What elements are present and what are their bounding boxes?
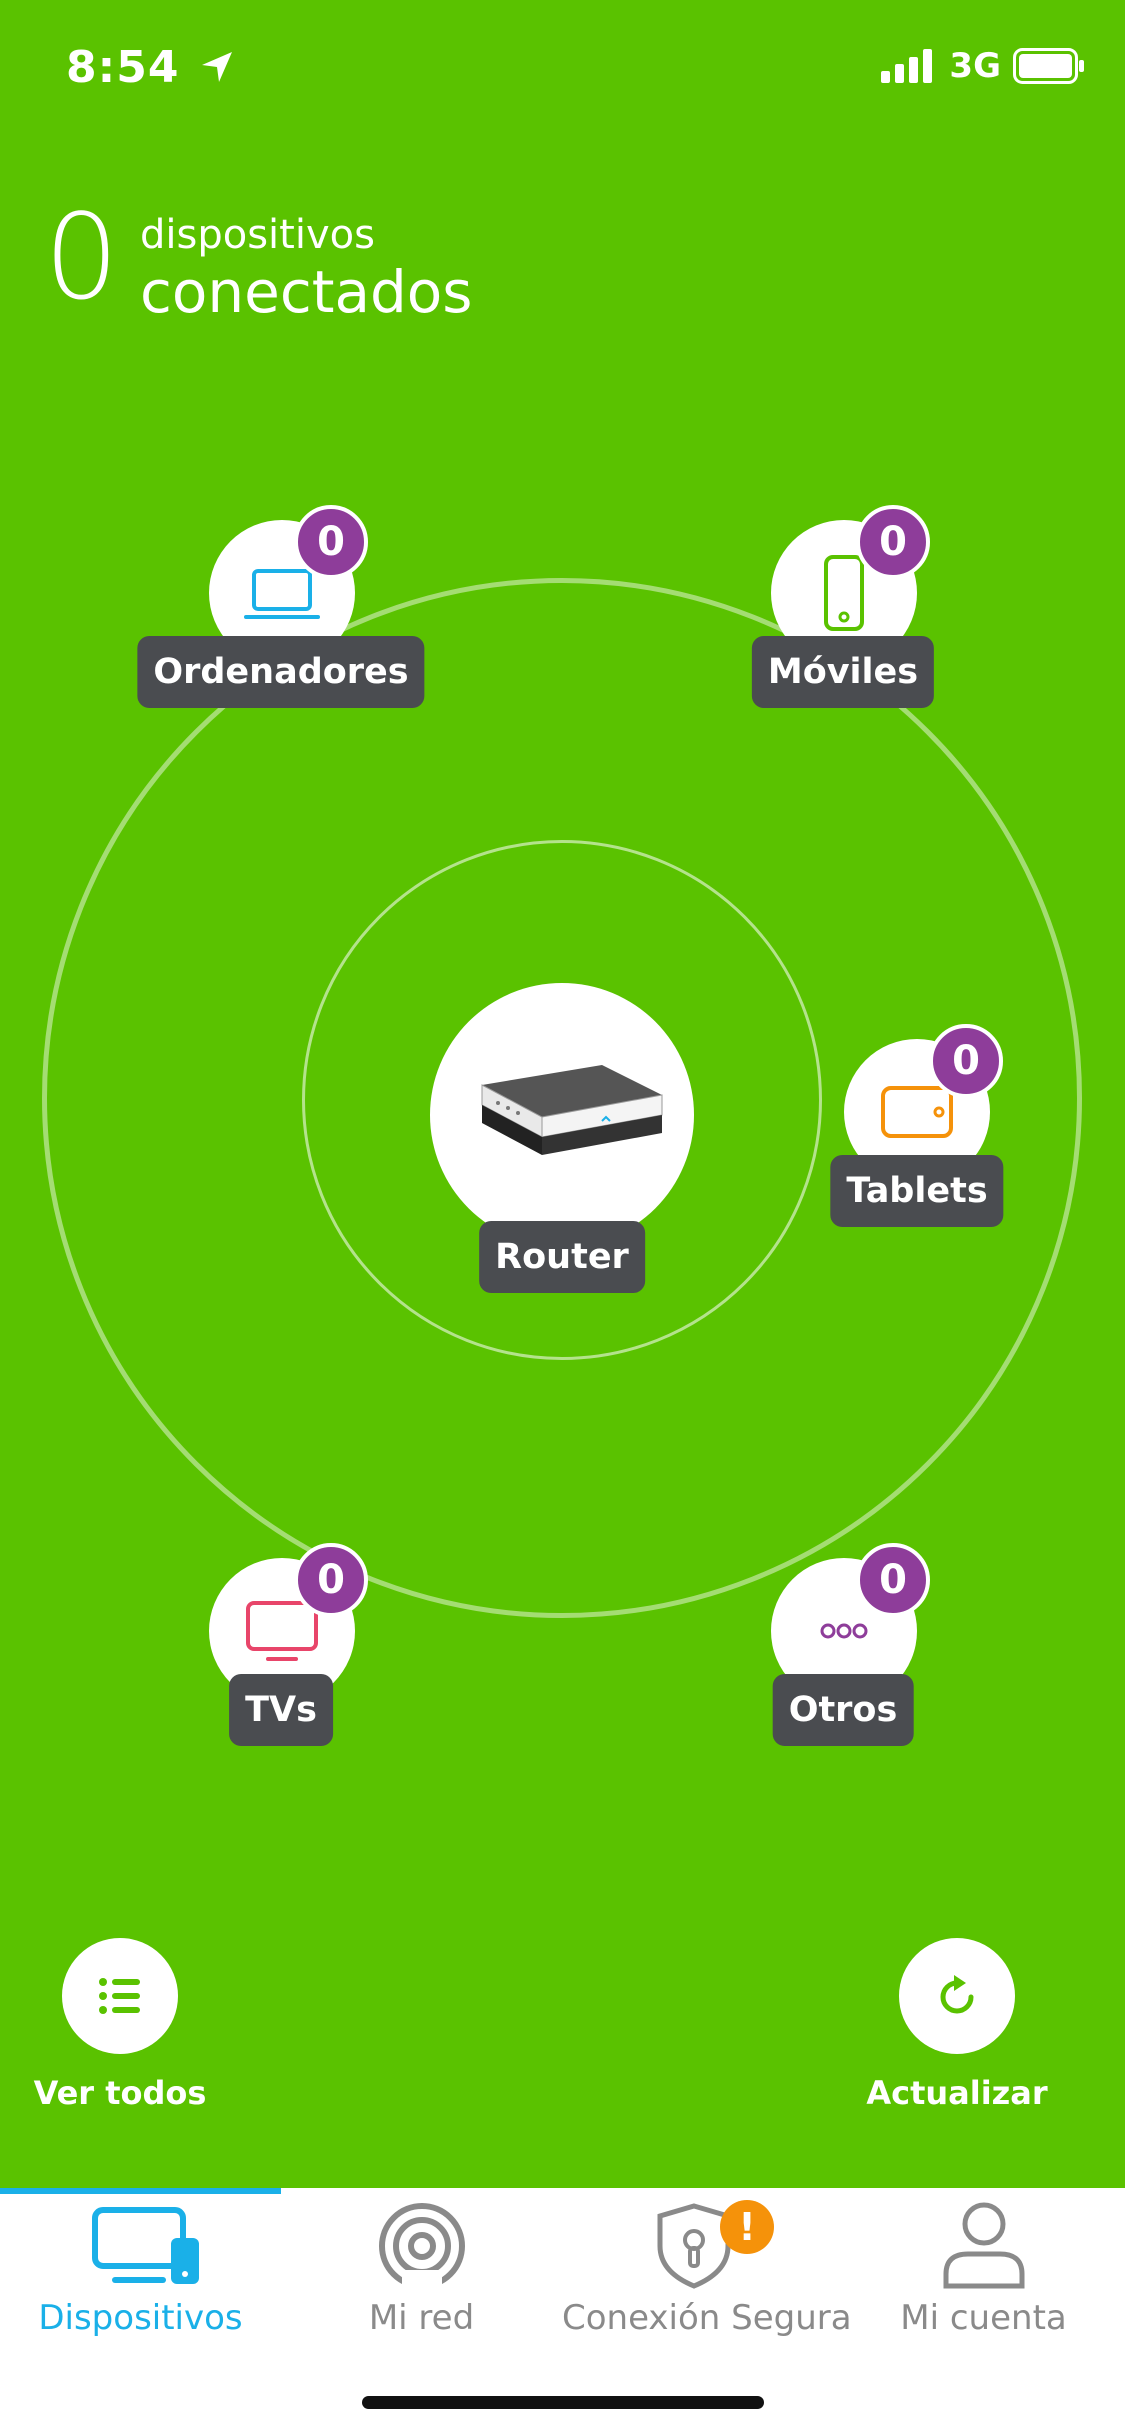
tab-dispositivos-label: Dispositivos [38, 2298, 243, 2338]
tablets-count-badge: 0 [929, 1024, 1003, 1098]
home-indicator [362, 2396, 764, 2409]
network-type: 3G [949, 46, 1001, 86]
signal-icon [881, 49, 933, 83]
battery-icon [1013, 48, 1084, 84]
location-arrow-icon [201, 52, 232, 82]
connected-count: 0 [44, 188, 120, 326]
router-icon [481, 1065, 663, 1155]
tab-mi-cuenta[interactable]: Mi cuenta [843, 2200, 1124, 2360]
actualizar-label[interactable]: Actualizar [866, 2074, 1047, 2112]
tab-conexion-segura[interactable]: ! Conexión Segura [562, 2200, 852, 2360]
router-label[interactable]: Router [479, 1221, 645, 1293]
ver-todos-label[interactable]: Ver todos [34, 2074, 207, 2112]
router-node[interactable] [430, 983, 694, 1247]
list-icon [99, 1978, 140, 2014]
user-icon [943, 2202, 1024, 2289]
tvs-count-badge: 0 [294, 1543, 368, 1617]
connected-label-line1: dispositivos [140, 212, 375, 258]
ordenadores-count-badge: 0 [294, 505, 368, 579]
tablets-label[interactable]: Tablets [830, 1155, 1004, 1227]
devices-icon [91, 2207, 199, 2284]
otros-label[interactable]: Otros [772, 1674, 914, 1746]
otros-count-badge: 0 [856, 1543, 930, 1617]
status-time: 8:54 [66, 42, 234, 93]
moviles-count-badge: 0 [856, 505, 930, 579]
tab-dispositivos[interactable]: Dispositivos [0, 2200, 281, 2360]
moviles-label[interactable]: Móviles [751, 636, 935, 708]
security-alert-badge: ! [720, 2200, 774, 2254]
tab-conexion-segura-label: Conexión Segura [562, 2298, 852, 2338]
tab-mi-red[interactable]: Mi red [281, 2200, 562, 2360]
tab-mi-cuenta-label: Mi cuenta [900, 2298, 1067, 2338]
tvs-label[interactable]: TVs [229, 1674, 333, 1746]
actualizar-button[interactable] [899, 1938, 1015, 2054]
tab-mi-red-label: Mi red [368, 2298, 475, 2338]
status-time-text: 8:54 [66, 42, 180, 93]
ver-todos-button[interactable] [62, 1938, 178, 2054]
status-indicators: 3G [881, 46, 1085, 86]
network-icon [378, 2203, 465, 2290]
active-tab-indicator [0, 2188, 281, 2194]
refresh-icon [940, 1975, 974, 2014]
ordenadores-label[interactable]: Ordenadores [137, 636, 425, 708]
connected-label-line2: conectados [140, 258, 473, 326]
